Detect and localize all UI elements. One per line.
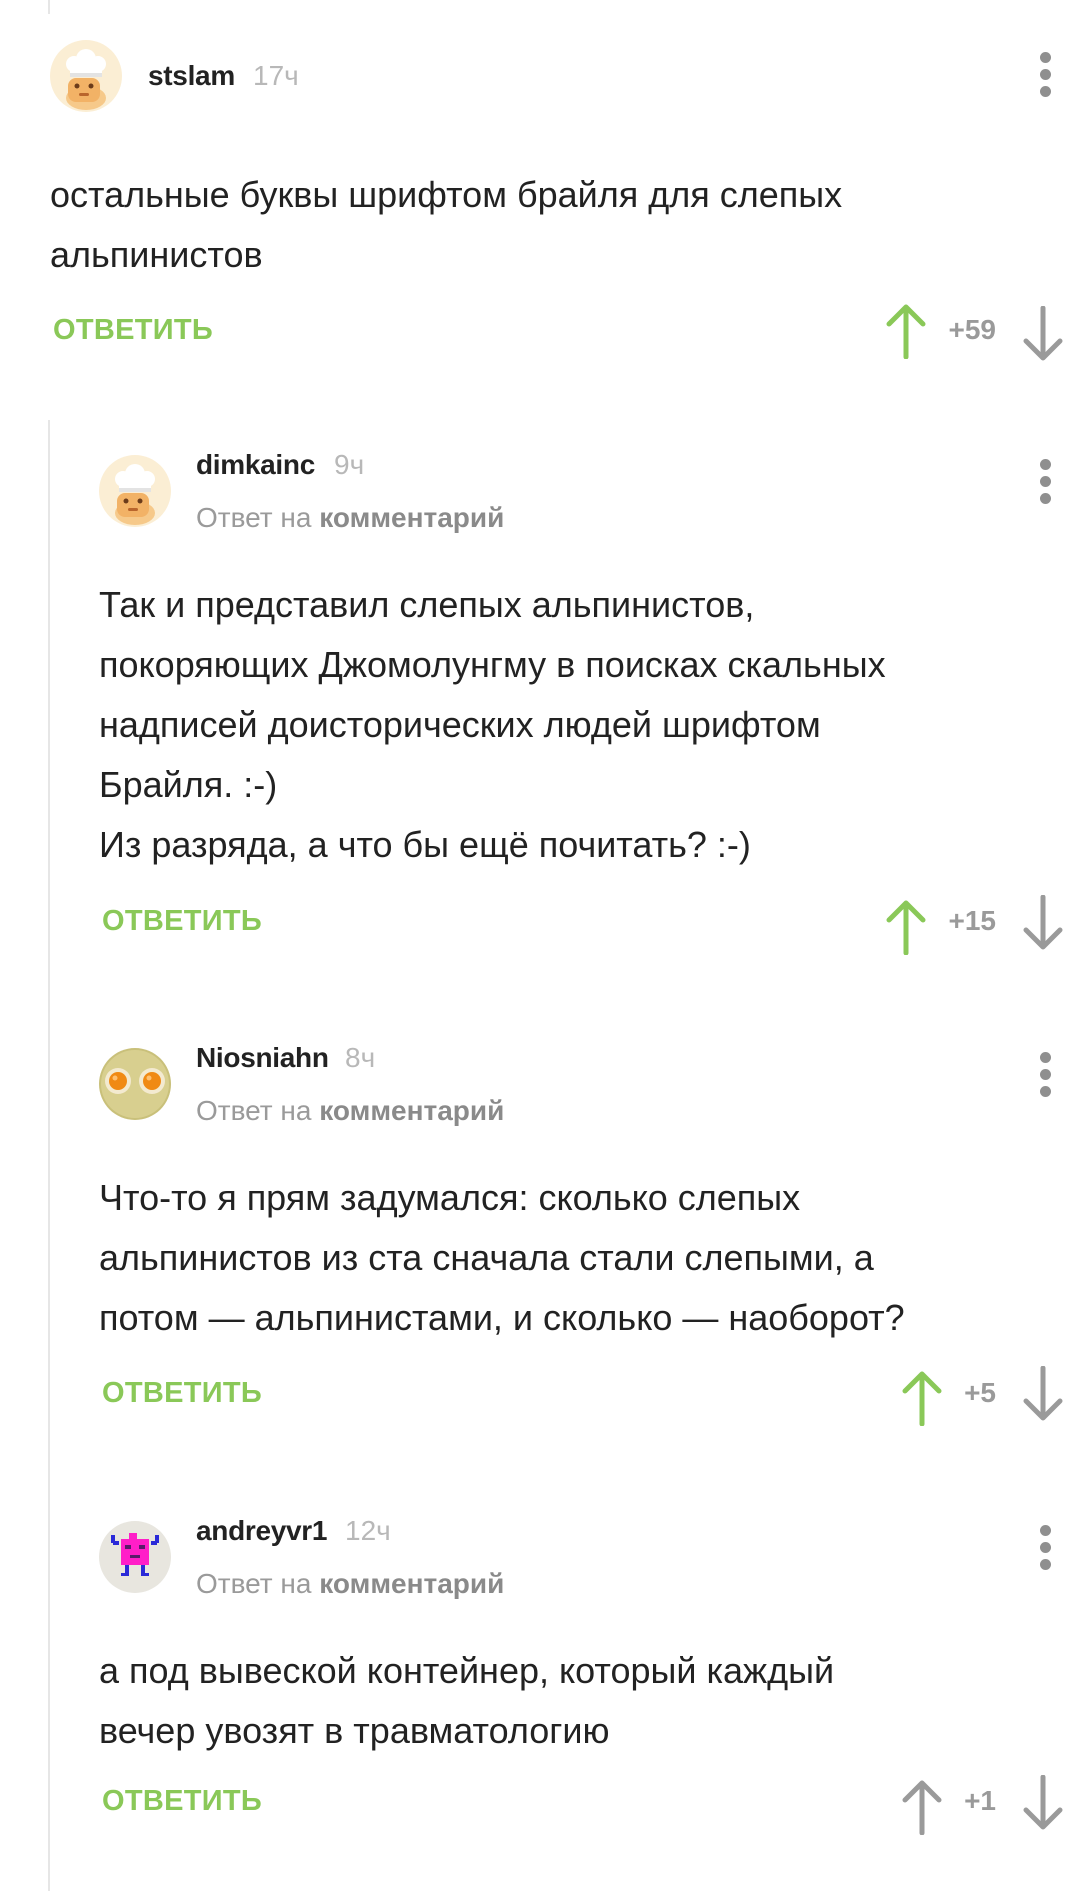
vote-score: +15 [948,905,997,936]
thread-line [48,420,50,1891]
chef-avatar [99,455,171,527]
arrow-up-icon[interactable] [884,303,928,359]
reply-to-prefix: Ответ на [196,1095,320,1126]
comment: dimkainc 9ч Ответ на комментарий Так и п… [99,449,1080,955]
comment-text: а под вывеской контейнер, который каждый… [99,1650,835,1751]
more-options-icon[interactable] [1026,1050,1066,1100]
avatar[interactable] [99,1048,171,1120]
reply-button[interactable]: ОТВЕТИТЬ [102,905,262,938]
comment-time: 9ч [334,449,365,480]
comment-text: Что-то я прям задумался: сколько слепых … [99,1177,905,1338]
eggs-avatar [99,1048,171,1120]
avatar[interactable] [50,40,122,112]
reply-to-text: Ответ на комментарий [196,1095,504,1127]
comment: stslam 17ч остальные буквы шрифтом брайл… [50,40,1080,370]
author-name[interactable]: Niosniahn [196,1042,329,1074]
comment-text: Так и представил слепых альпинистов, пок… [99,584,886,865]
comment-text: остальные буквы шрифтом брайля для слепы… [50,174,843,275]
pixel-robot-avatar [99,1521,171,1593]
more-options-icon[interactable] [1026,1523,1066,1573]
reply-to-link[interactable]: комментарий [319,502,504,533]
vote-score: +5 [964,1377,996,1408]
author-name[interactable]: andreyvr1 [196,1515,327,1547]
reply-button[interactable]: ОТВЕТИТЬ [102,1377,262,1410]
avatar[interactable] [99,1521,171,1593]
author-name[interactable]: stslam [148,60,235,92]
reply-to-link[interactable]: комментарий [319,1568,504,1599]
chef-avatar [50,40,122,112]
reply-to-text: Ответ на комментарий [196,1568,504,1600]
vote-score: +59 [948,314,997,345]
more-options-icon[interactable] [1026,50,1066,100]
comment-time: 8ч [345,1042,376,1073]
comment: andreyvr1 12ч Ответ на комментарий а под… [99,1515,1080,1891]
comment: Niosniahn 8ч Ответ на комментарий Что-то… [99,1042,1080,1448]
avatar[interactable] [99,455,171,527]
reply-to-prefix: Ответ на [196,502,320,533]
arrow-up-icon[interactable] [884,899,928,955]
reply-to-prefix: Ответ на [196,1568,320,1599]
vote-score: +1 [964,1785,996,1816]
thread-line-top [48,0,50,14]
reply-button[interactable]: ОТВЕТИТЬ [53,314,213,347]
comment-time: 12ч [345,1515,391,1546]
author-name[interactable]: dimkainc [196,449,315,481]
reply-to-text: Ответ на комментарий [196,502,504,534]
arrow-down-icon[interactable] [1021,306,1065,362]
arrow-down-icon[interactable] [1021,1366,1065,1422]
reply-to-link[interactable]: комментарий [319,1095,504,1126]
more-options-icon[interactable] [1026,457,1066,507]
comment-time: 17ч [253,60,299,91]
reply-button[interactable]: ОТВЕТИТЬ [102,1785,262,1818]
arrow-down-icon[interactable] [1021,895,1065,951]
arrow-down-icon[interactable] [1021,1775,1065,1831]
